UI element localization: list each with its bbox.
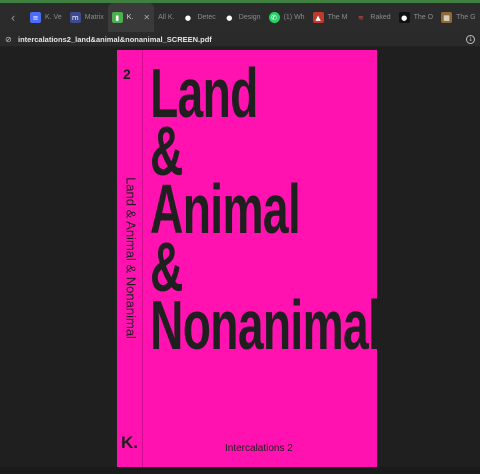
doc-icon: ≡ xyxy=(30,12,41,23)
tab-scroll-left-icon[interactable]: ‹ xyxy=(0,3,26,32)
tab-label: The G xyxy=(456,14,476,21)
tab-label: All K. xyxy=(158,14,175,21)
title-line: Land xyxy=(150,54,258,132)
tab-9[interactable]: ● The O xyxy=(395,3,437,32)
pdf-title-bar: ⊘ intercalations2_land&animal&nonanimal_… xyxy=(0,32,480,47)
magazine-icon: ▲ xyxy=(312,12,324,23)
tab-3[interactable]: All K. xyxy=(154,3,178,32)
tab-5[interactable]: ● Design xyxy=(220,3,265,32)
tab-label: Design xyxy=(238,14,261,21)
tab-0[interactable]: ≡ K. Ve xyxy=(26,3,66,32)
raked-icon: ≋ xyxy=(357,13,364,22)
tab-label: Raked xyxy=(370,14,391,21)
spine-title: Land & Animal & Nonanimal xyxy=(123,177,139,339)
matrix-icon: m xyxy=(69,12,81,23)
close-tab-icon[interactable]: ✕ xyxy=(143,13,150,22)
github-icon: ● xyxy=(226,13,233,22)
pdf-file-icon: ⊘ xyxy=(5,34,12,44)
tab-label: Matrix xyxy=(84,14,104,21)
tab-label: The M xyxy=(327,14,348,21)
title-line: Animal xyxy=(150,170,301,248)
tab-label: K. xyxy=(126,14,134,21)
cover-title: Land & Animal & Nonanimal xyxy=(150,54,381,364)
tab-2-active[interactable]: ▮ K. ✕ xyxy=(107,3,155,32)
whatsapp-icon: ✆ xyxy=(268,12,280,23)
tab-label: Detec xyxy=(197,14,216,21)
tab-bar: ‹ ≡ K. Ve m Matrix ▮ K. ✕ All K. ● Detec… xyxy=(0,0,480,32)
bottom-strip xyxy=(0,467,480,474)
tab-7[interactable]: ▲ The M xyxy=(309,3,352,32)
tab-label: K. Ve xyxy=(45,14,62,21)
tab-10[interactable]: ▦ The G xyxy=(437,3,479,32)
download-icon[interactable]: ↓ xyxy=(466,35,475,44)
tab-4[interactable]: ● Detec xyxy=(178,3,219,32)
pdf-filename: intercalations2_land&animal&nonanimal_SC… xyxy=(18,34,212,44)
tab-6[interactable]: ✆ (1) Wh xyxy=(265,3,309,32)
tab-8[interactable]: ≋ Raked xyxy=(351,3,394,32)
book-icon: ▮ xyxy=(111,12,123,23)
dark-icon: ● xyxy=(398,12,410,23)
tab-1[interactable]: m Matrix xyxy=(66,3,108,32)
image-icon: ▦ xyxy=(441,12,453,23)
github-icon: ● xyxy=(184,13,192,22)
title-line: Nonanimal xyxy=(150,286,381,364)
volume-number: 2 xyxy=(123,66,131,82)
publisher-logo: K. xyxy=(121,433,138,452)
series-label: Intercalations 2 xyxy=(225,443,293,454)
tab-label: (1) Wh xyxy=(283,14,305,21)
tab-label: The O xyxy=(413,14,434,21)
